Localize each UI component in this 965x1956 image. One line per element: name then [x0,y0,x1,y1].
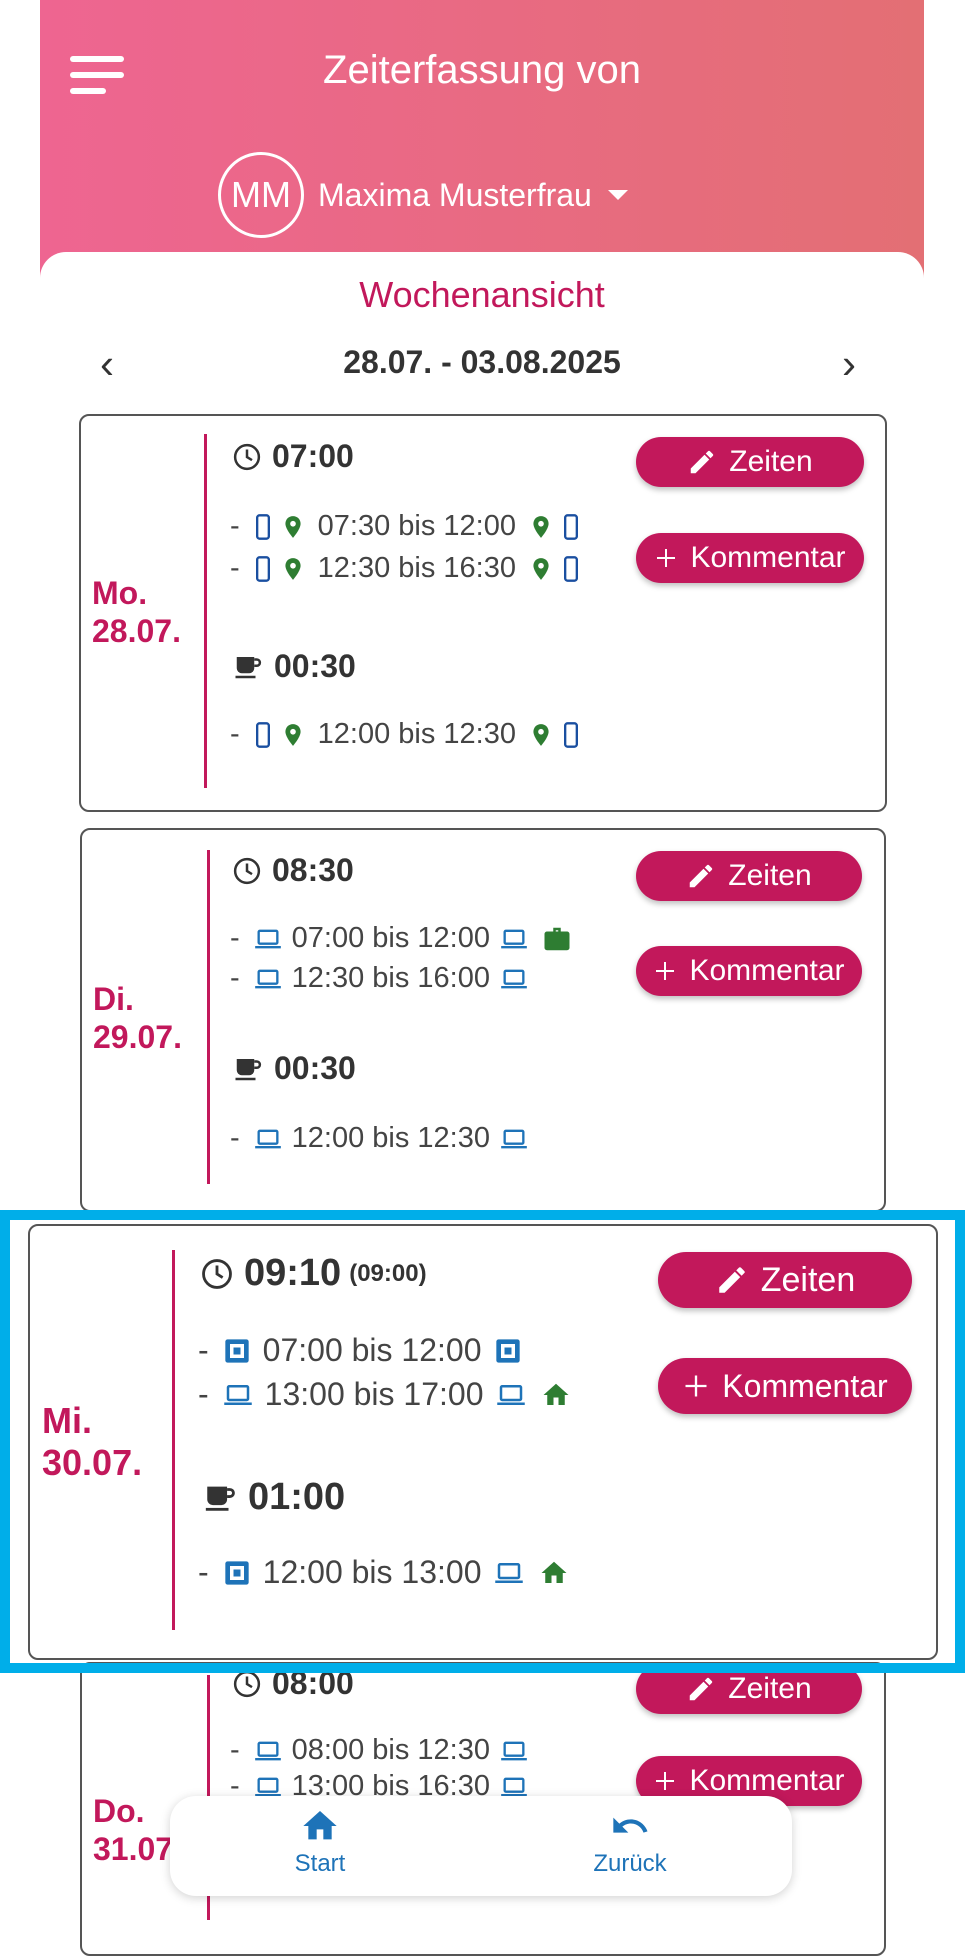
edit-times-button[interactable]: Zeiten [636,851,862,901]
time-entry[interactable]: - 08:00 bis 12:30 [230,1734,532,1767]
plus-icon [653,959,677,983]
user-name: Maxima Musterfrau [318,176,592,213]
weekday: Mo. [92,575,148,611]
day-label-thursday: Do. 31.07. [93,1792,182,1868]
location-icon [528,512,554,542]
laptop-icon [500,1776,528,1798]
date-range: 28.07. - 03.08.2025 [343,344,621,380]
entry-time: 12:00 bis 12:30 [317,718,516,750]
clock-icon [233,857,261,884]
time-entry[interactable]: - 07:00 bis 12:00 [230,922,576,955]
button-label: Kommentar [689,1764,845,1797]
nav-label: Start [294,1850,346,1877]
phone-icon [254,555,272,583]
pencil-icon [686,1674,716,1704]
plus-icon [654,546,678,570]
break-entry[interactable]: - 12:00 bis 12:30 [230,1122,532,1155]
undo-icon [613,1817,648,1833]
laptop-icon [500,1740,528,1762]
clock-icon [233,1670,261,1697]
home-icon [303,1811,337,1840]
add-comment-button[interactable]: Kommentar [636,533,864,583]
entry-time: 12:30 bis 16:30 [317,552,516,584]
selection-highlight [0,1210,965,1673]
back-button[interactable]: Zurück [560,1806,700,1878]
break-total-value: 00:30 [274,648,356,684]
phone-icon [254,513,272,541]
time-entry[interactable]: - 12:30 bis 16:00 [230,962,532,995]
laptop-icon [500,968,528,990]
laptop-icon [254,1128,282,1150]
coffee-icon [235,656,262,678]
button-label: Zeiten [728,1672,812,1705]
location-icon [280,720,306,750]
location-icon [280,512,306,542]
plus-icon [653,1769,677,1793]
laptop-icon [254,1740,282,1762]
avatar: MM [218,152,304,238]
pencil-icon [687,447,717,477]
week-view-title: Wochenansicht [359,274,605,315]
location-icon [528,720,554,750]
time-entry[interactable]: - 12:30 bis 16:30 [230,552,584,585]
location-icon [280,554,306,584]
entry-time: 07:30 bis 12:00 [317,510,516,542]
break-entry[interactable]: - 12:00 bis 12:30 [230,718,584,751]
laptop-icon [500,928,528,950]
app-header: Zeiterfassung von [40,0,924,290]
phone-icon [562,555,580,583]
start-button[interactable]: Start [250,1806,390,1878]
work-total-value: 08:30 [272,852,354,888]
entry-time: 08:00 bis 12:30 [291,1734,490,1766]
break-total: 00:30 [232,648,356,685]
button-label: Zeiten [728,859,812,892]
button-label: Zeiten [729,445,813,478]
work-total-value: 07:00 [272,438,354,474]
clock-icon [233,443,261,470]
work-total: 07:00 [232,438,354,475]
laptop-icon [254,1776,282,1798]
phone-icon [562,721,580,749]
coffee-icon [235,1058,262,1080]
day-label-monday: Mo. 28.07. [92,574,181,650]
button-label: Kommentar [690,541,846,574]
briefcase-icon [542,924,572,954]
break-total: 00:30 [232,1050,356,1087]
bottom-nav: Start Zurück [170,1796,792,1896]
location-icon [528,554,554,584]
laptop-icon [254,928,282,950]
header-title: Zeiterfassung von [323,48,641,92]
date: 29.07. [93,1019,182,1055]
date: 28.07. [92,613,181,649]
button-label: Kommentar [689,954,845,987]
day-label-tuesday: Di. 29.07. [93,980,182,1056]
weekday: Di. [93,981,134,1017]
break-total-value: 00:30 [274,1050,356,1086]
date: 31.07. [93,1831,182,1867]
nav-label: Zurück [593,1850,667,1877]
pencil-icon [686,861,716,891]
time-entry[interactable]: - 07:30 bis 12:00 [230,510,584,543]
entry-time: 12:00 bis 12:30 [291,1122,490,1154]
day-divider [207,850,210,1184]
work-total: 08:30 [232,852,354,889]
edit-times-button[interactable]: Zeiten [636,437,864,487]
laptop-icon [500,1128,528,1150]
entry-time: 12:30 bis 16:00 [291,962,490,994]
next-week-button[interactable]: › [842,343,856,385]
day-divider [204,434,207,788]
weekday: Do. [93,1793,145,1829]
user-selector[interactable]: MM Maxima Musterfrau [218,150,628,240]
entry-time: 07:00 bis 12:00 [291,922,490,954]
add-comment-button[interactable]: Kommentar [636,946,862,996]
phone-icon [254,721,272,749]
chevron-down-icon [607,190,628,200]
laptop-icon [254,968,282,990]
phone-icon [562,513,580,541]
